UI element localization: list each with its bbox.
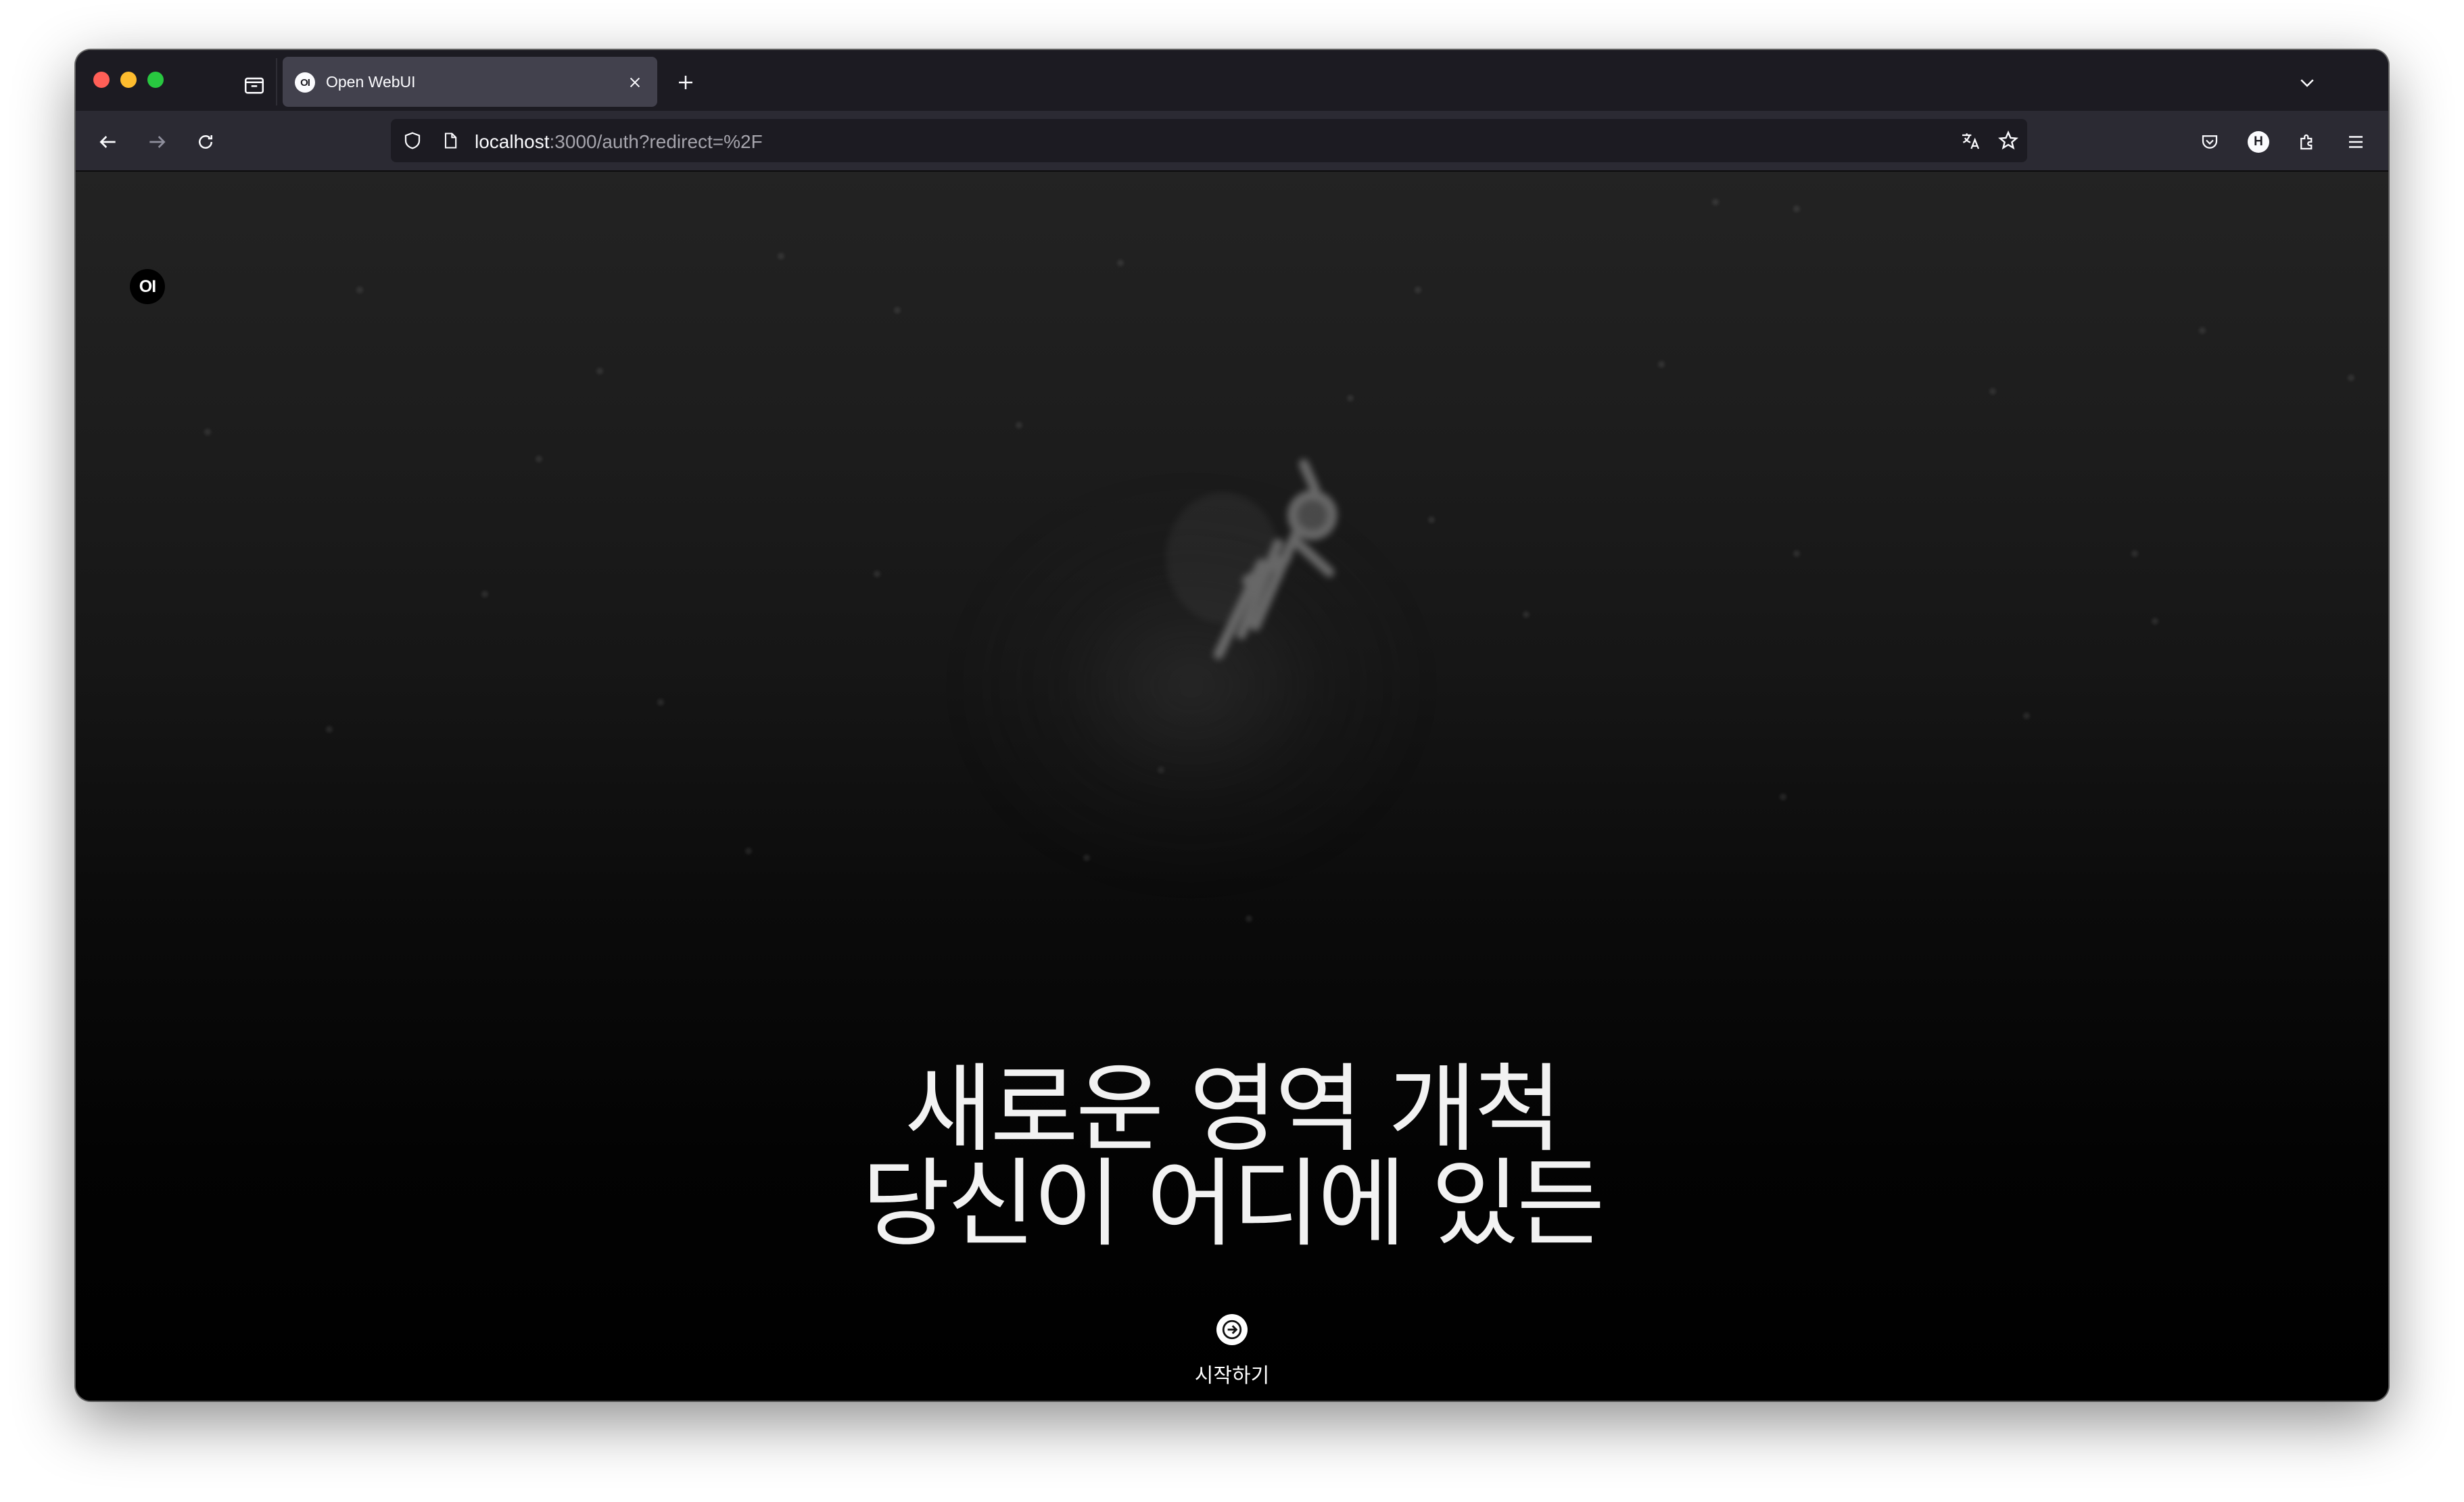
star-dot <box>1415 287 1421 293</box>
navigation-toolbar: localhost:3000/auth?redirect=%2F H <box>76 111 2388 172</box>
arrow-right-circle-icon <box>1222 1319 1242 1340</box>
star-dot <box>1793 550 1800 557</box>
tab-open-webui[interactable]: OI Open WebUI <box>283 57 657 107</box>
star-dot <box>536 456 542 462</box>
star-dot <box>1523 611 1530 618</box>
pocket-icon <box>2202 135 2218 149</box>
star-dot <box>1989 388 1996 395</box>
star-dot <box>2131 550 2138 557</box>
url-host: localhost <box>475 131 550 152</box>
tab-close-button[interactable] <box>622 70 648 95</box>
star-dot <box>2152 618 2158 625</box>
headline-line-1: 새로운 영역 개척 <box>904 1054 1563 1165</box>
star-dot <box>326 726 333 733</box>
bookmark-button[interactable] <box>1996 128 2020 153</box>
app-logo: OI <box>130 269 165 304</box>
profile-avatar: H <box>2248 131 2269 153</box>
tab-title: Open WebUI <box>326 73 416 91</box>
tab-overview-icon <box>244 77 264 94</box>
star-dot <box>657 699 664 706</box>
close-window-button[interactable] <box>93 72 110 88</box>
hamburger-icon <box>2349 136 2363 148</box>
star-dot <box>778 253 784 260</box>
extensions-button[interactable] <box>2290 124 2325 160</box>
star-dot <box>2023 712 2030 719</box>
star-dot <box>204 429 211 435</box>
star-dot <box>1347 395 1354 402</box>
shield-icon <box>404 132 421 149</box>
translate-button[interactable] <box>1958 128 1983 153</box>
star-dot <box>1793 205 1800 212</box>
arrow-right-icon <box>149 136 166 148</box>
star-dot <box>596 368 603 374</box>
url-path: :3000/auth?redirect=%2F <box>549 131 763 152</box>
star-dot <box>1117 260 1124 266</box>
reload-button[interactable] <box>188 124 223 160</box>
url-text[interactable]: localhost:3000/auth?redirect=%2F <box>475 131 763 153</box>
star-dot <box>894 307 901 314</box>
tab-favicon: OI <box>295 72 315 93</box>
tracking-protection-button[interactable] <box>400 128 425 153</box>
minimize-window-button[interactable] <box>120 72 137 88</box>
star-dot <box>1016 422 1022 429</box>
app-menu-button[interactable] <box>2338 124 2373 160</box>
site-info-button[interactable] <box>438 128 463 153</box>
astronaut-illustration <box>1166 459 1337 660</box>
hero-headline: 새로운 영역 개척 당신이 어디에 있든 <box>76 1054 2388 1260</box>
star-dot <box>2199 327 2206 334</box>
star-dot <box>874 571 880 577</box>
get-started-button[interactable]: 시작하기 <box>1172 1314 1292 1401</box>
star-dot <box>1658 361 1665 368</box>
translate-icon <box>1962 133 1980 149</box>
back-button[interactable] <box>91 124 126 160</box>
account-button[interactable]: H <box>2241 124 2276 160</box>
tab-overview-button[interactable] <box>233 66 276 104</box>
chevron-down-icon <box>2300 79 2314 87</box>
new-tab-button[interactable] <box>668 65 703 100</box>
star-dot <box>1712 199 1719 205</box>
tabstrip-divider <box>276 58 277 105</box>
reload-icon <box>199 135 212 149</box>
browser-window: OI Open WebUI localhost:3000/auth?redire… <box>76 50 2388 1401</box>
close-icon <box>630 77 640 88</box>
star-dot <box>745 848 752 854</box>
get-started-label[interactable]: 시작하기 <box>1195 1359 1269 1388</box>
headline-line-2: 당신이 어디에 있든 <box>861 1148 1605 1260</box>
list-all-tabs-button[interactable] <box>2291 66 2323 99</box>
arrow-left-icon <box>99 136 116 148</box>
forward-button[interactable] <box>139 124 174 160</box>
star-dot <box>481 591 488 598</box>
star-dot <box>1246 915 1252 922</box>
url-bar[interactable]: localhost:3000/auth?redirect=%2F <box>391 119 2027 162</box>
tab-strip: OI Open WebUI <box>76 50 2388 111</box>
start-circle[interactable] <box>1216 1314 1248 1345</box>
maximize-window-button[interactable] <box>147 72 164 88</box>
page-icon <box>444 132 457 149</box>
pocket-button[interactable] <box>2192 124 2227 160</box>
star-dot <box>356 287 363 293</box>
star-dot <box>2348 374 2354 381</box>
star-icon <box>1998 130 2018 150</box>
plus-icon <box>679 76 692 89</box>
page-content: OI 새로운 영역 개척 당신이 어디에 있든 시작하기 <box>76 172 2388 1401</box>
puzzle-icon <box>2300 134 2313 150</box>
star-dot <box>1428 516 1435 523</box>
star-dot <box>1780 794 1786 800</box>
